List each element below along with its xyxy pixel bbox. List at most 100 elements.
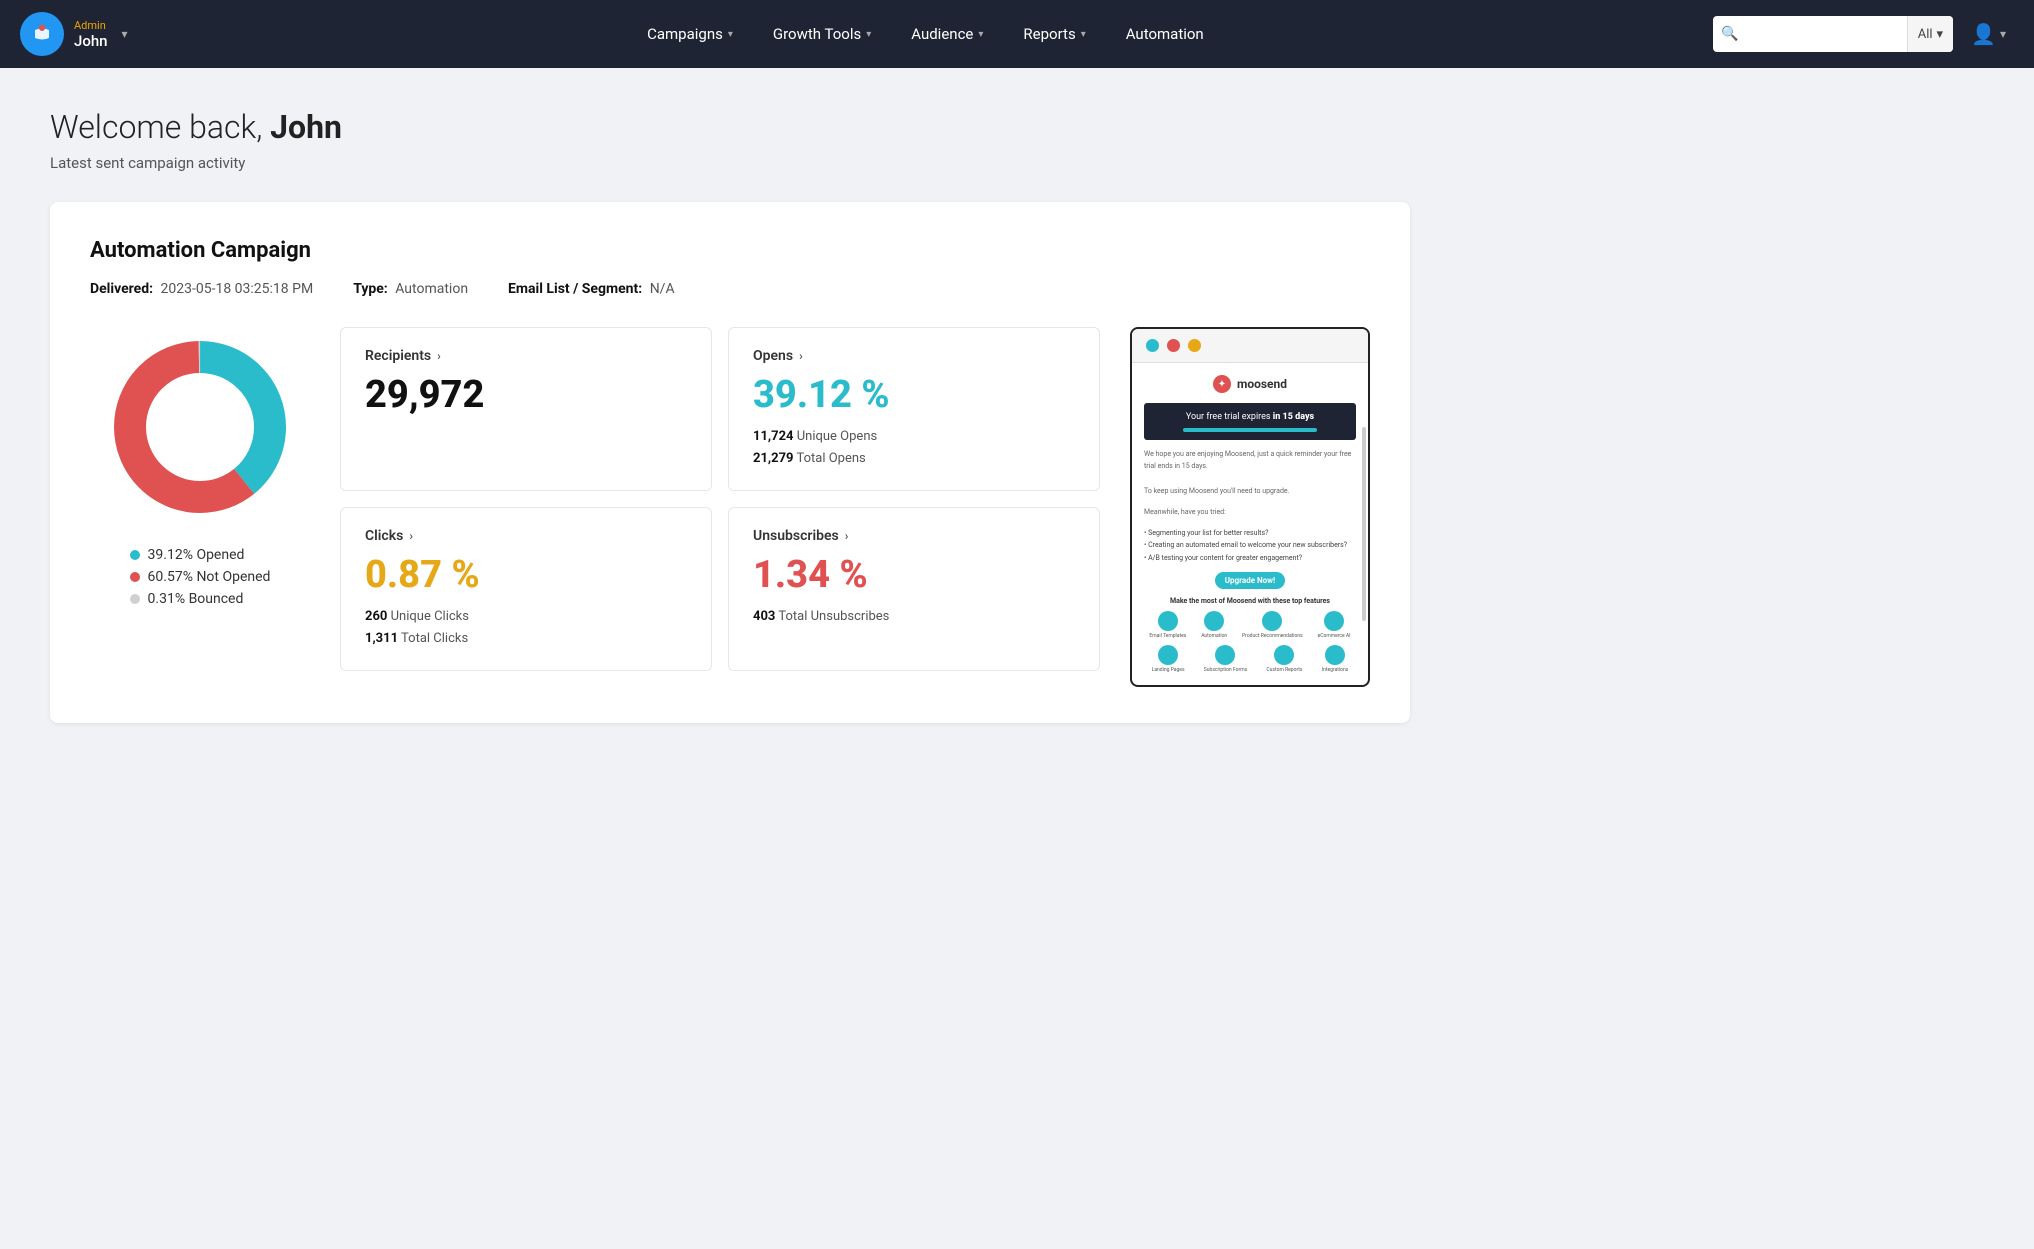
integrations-label: Integrations: [1322, 667, 1349, 673]
profile-chevron-icon: ▾: [2000, 27, 2006, 41]
preview-features-row-2: Landing Pages Subscription Forms Custom …: [1144, 645, 1356, 673]
moosend-logo-icon: ✦: [1213, 375, 1231, 393]
legend-item-bounced: 0.31% Bounced: [130, 591, 271, 607]
recipients-header[interactable]: Recipients ›: [365, 348, 687, 364]
legend-label-not-opened: 60.57% Not Opened: [148, 569, 271, 585]
opens-unique-count: 11,724: [753, 429, 794, 444]
clicks-header[interactable]: Clicks ›: [365, 528, 687, 544]
opens-total-label: Total Opens: [796, 451, 865, 466]
delivered-field: Delivered: 2023-05-18 03:25:18 PM: [90, 281, 313, 297]
clicks-arrow-icon: ›: [409, 529, 413, 543]
type-label: Type:: [353, 281, 388, 297]
custom-reports-label: Custom Reports: [1266, 667, 1302, 673]
email-list-label: Email List / Segment:: [508, 281, 642, 297]
legend-item-opened: 39.12% Opened: [130, 547, 271, 563]
stat-card-unsubscribes: Unsubscribes › 1.34 % 403 Total Unsubscr…: [728, 507, 1100, 671]
product-rec-icon: [1262, 611, 1282, 631]
nav-item-automation[interactable]: Automation: [1108, 17, 1222, 51]
type-field: Type: Automation: [353, 281, 468, 297]
profile-button[interactable]: 👤 ▾: [1963, 18, 2014, 51]
growth-tools-chevron-icon: ▾: [866, 29, 871, 40]
campaign-card: Automation Campaign Delivered: 2023-05-1…: [50, 202, 1410, 723]
ecommerce-icon: [1324, 611, 1344, 631]
legend-dot-bounced: [130, 594, 140, 604]
nav-username: John: [74, 32, 108, 50]
custom-reports-icon: [1274, 645, 1294, 665]
opens-arrow-icon: ›: [799, 349, 803, 363]
preview-feature-email-templates: Email Templates: [1149, 611, 1186, 639]
legend-label-opened: 39.12% Opened: [148, 547, 245, 563]
email-list-value: N/A: [650, 281, 675, 297]
nav-item-reports[interactable]: Reports ▾: [1005, 17, 1103, 51]
preview-feature-integrations: Integrations: [1322, 645, 1349, 673]
nav-items: Campaigns ▾ Growth Tools ▾ Audience ▾ Re…: [148, 17, 1704, 51]
audience-chevron-icon: ▾: [978, 29, 983, 40]
admin-label: Admin: [74, 19, 108, 32]
preview-feature-subscription-forms: Subscription Forms: [1204, 645, 1247, 673]
profile-icon: 👤: [1971, 22, 1996, 47]
unsubscribes-sub: 403 Total Unsubscribes: [753, 606, 1075, 628]
clicks-unique-count: 260: [365, 609, 387, 624]
subscription-forms-label: Subscription Forms: [1204, 667, 1247, 673]
unsubscribes-header[interactable]: Unsubscribes ›: [753, 528, 1075, 544]
opens-value: 39.12 %: [753, 376, 1075, 414]
logo-icon: [20, 12, 64, 56]
welcome-name: John: [270, 108, 342, 146]
nav-item-campaigns[interactable]: Campaigns ▾: [629, 17, 751, 51]
stat-card-opens: Opens › 39.12 % 11,724 Unique Opens 21,2…: [728, 327, 1100, 491]
nav-item-audience[interactable]: Audience ▾: [893, 17, 1001, 51]
search-filter-dropdown[interactable]: All ▾: [1907, 16, 1953, 52]
preview-feature-product-rec: Product Recommendations: [1242, 611, 1303, 639]
welcome-title: Welcome back, John: [50, 108, 1984, 146]
ecommerce-label: eCommerce AI: [1318, 633, 1351, 639]
search-input[interactable]: [1747, 26, 1907, 42]
preview-feature-automation: Automation: [1201, 611, 1227, 639]
email-list-field: Email List / Segment: N/A: [508, 281, 675, 297]
donut-section: 39.12% Opened 60.57% Not Opened 0.31% Bo…: [90, 327, 310, 607]
landing-pages-label: Landing Pages: [1152, 667, 1185, 673]
automation-label: Automation: [1201, 633, 1227, 639]
user-dropdown-button[interactable]: ▾: [122, 27, 128, 41]
preview-bullets: • Segmenting your list for better result…: [1144, 527, 1356, 565]
welcome-text: Welcome back,: [50, 108, 270, 146]
subscription-forms-icon: [1215, 645, 1235, 665]
stats-grid-wrapper: 39.12% Opened 60.57% Not Opened 0.31% Bo…: [90, 327, 1370, 687]
email-templates-label: Email Templates: [1149, 633, 1186, 639]
clicks-label: Clicks: [365, 528, 403, 544]
preview-text-intro: We hope you are enjoying Moosend, just a…: [1144, 448, 1356, 498]
clicks-sub: 260 Unique Clicks 1,311 Total Clicks: [365, 606, 687, 650]
nav-item-growth-tools-label: Growth Tools: [773, 25, 861, 43]
nav-item-automation-label: Automation: [1126, 25, 1204, 43]
campaign-meta: Delivered: 2023-05-18 03:25:18 PM Type: …: [90, 281, 1370, 297]
preview-dot-yellow: [1188, 339, 1201, 352]
email-preview-card: ✦ moosend Your free trial expires in 15 …: [1130, 327, 1370, 687]
donut-chart: [100, 327, 300, 527]
unsubscribes-total-count: 403: [753, 609, 775, 624]
reports-chevron-icon: ▾: [1081, 29, 1086, 40]
campaigns-chevron-icon: ▾: [728, 29, 733, 40]
clicks-value: 0.87 %: [365, 556, 687, 594]
preview-upgrade-button[interactable]: Upgrade Now!: [1215, 572, 1285, 589]
search-filter-label: All: [1918, 27, 1933, 42]
welcome-subtitle: Latest sent campaign activity: [50, 154, 1984, 172]
nav-item-growth-tools[interactable]: Growth Tools ▾: [755, 17, 889, 51]
preview-banner: Your free trial expires in 15 days: [1144, 403, 1356, 440]
stat-cards-grid: Recipients › 29,972 Opens › 39.12 % 11,7…: [340, 327, 1100, 671]
preview-dot-red: [1167, 339, 1180, 352]
nav-item-campaigns-label: Campaigns: [647, 25, 723, 43]
opens-header[interactable]: Opens ›: [753, 348, 1075, 364]
donut-svg: [100, 327, 300, 527]
unsubscribes-total-label: Total Unsubscribes: [778, 609, 889, 624]
legend-item-not-opened: 60.57% Not Opened: [130, 569, 271, 585]
product-rec-label: Product Recommendations: [1242, 633, 1303, 639]
preview-scrollbar: [1362, 427, 1366, 620]
clicks-unique-label: Unique Clicks: [391, 609, 469, 624]
nav-search-area: 🔍 All ▾ 👤 ▾: [1713, 16, 2014, 52]
preview-window-bar: [1132, 329, 1368, 363]
preview-features-title: Make the most of Moosend with these top …: [1144, 597, 1356, 605]
opens-total-count: 21,279: [753, 451, 794, 466]
donut-legend: 39.12% Opened 60.57% Not Opened 0.31% Bo…: [130, 547, 271, 607]
stat-card-recipients: Recipients › 29,972: [340, 327, 712, 491]
type-value: Automation: [395, 281, 468, 297]
legend-dot-opened: [130, 550, 140, 560]
